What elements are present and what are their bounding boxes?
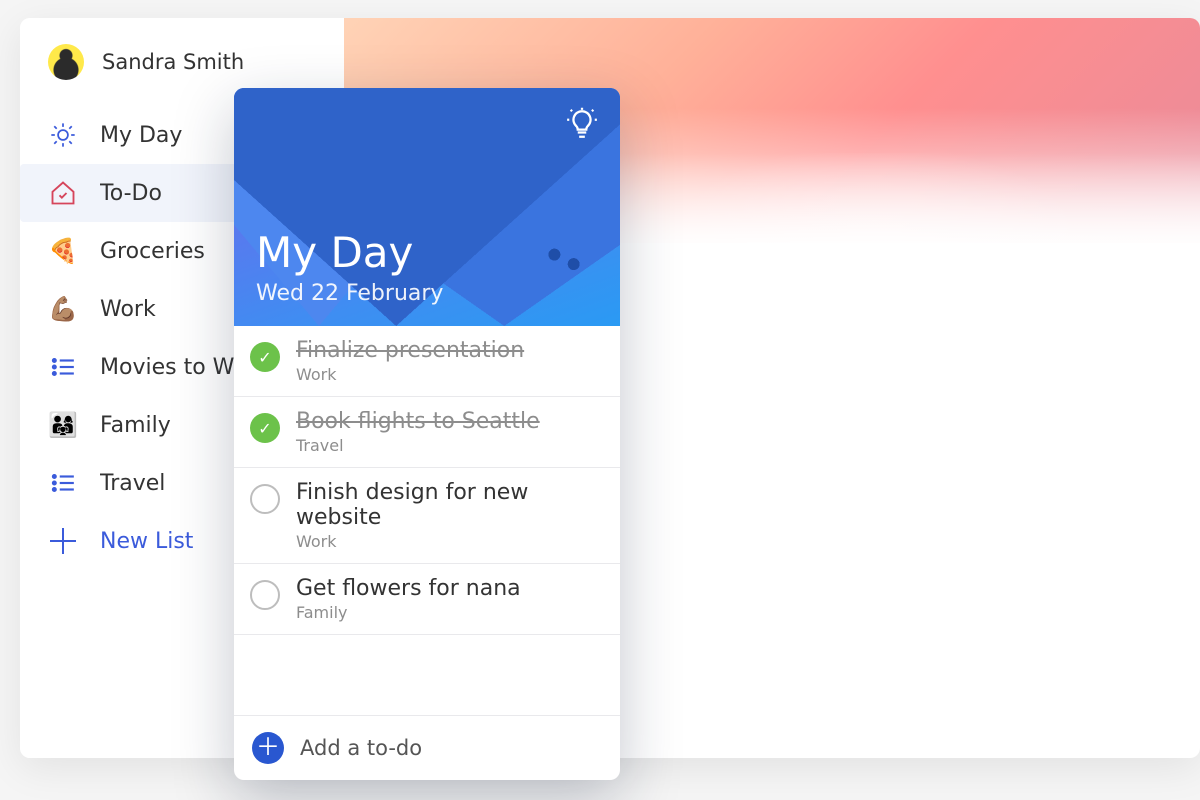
family-icon: 👨‍👩‍👧 (48, 410, 78, 440)
task-checkbox[interactable]: ✓ (250, 413, 280, 443)
task-checkbox[interactable] (250, 484, 280, 514)
suggestions-button[interactable] (564, 106, 600, 142)
task-checkbox[interactable] (250, 580, 280, 610)
myday-task-row[interactable]: ✓ Book flights to Seattle Travel (234, 397, 620, 468)
user-name: Sandra Smith (102, 50, 244, 74)
myday-task-row[interactable]: ✓ Finalize presentation Work (234, 326, 620, 397)
task-title: Get flowers for nana (296, 576, 521, 601)
myday-card: My Day Wed 22 February ✓ Finalize presen… (234, 88, 620, 780)
task-checkbox[interactable]: ✓ (250, 342, 280, 372)
myday-task-row[interactable]: Finish design for new website Work (234, 468, 620, 564)
myday-task-list: ✓ Finalize presentation Work ✓ Book flig… (234, 326, 620, 715)
myday-title: My Day (256, 231, 598, 275)
bullets-icon (48, 352, 78, 382)
muscle-icon: 💪🏽 (48, 294, 78, 324)
add-todo-label: Add a to-do (300, 736, 422, 760)
task-title: Book flights to Seattle (296, 409, 540, 434)
task-title: Finish design for new website (296, 480, 600, 530)
task-list-label: Travel (296, 436, 540, 455)
plus-circle-icon: ＋ (252, 732, 284, 764)
task-title: Finalize presentation (296, 338, 524, 363)
add-todo-button[interactable]: ＋ Add a to-do (234, 715, 620, 780)
myday-hero: My Day Wed 22 February (234, 88, 620, 326)
pizza-icon: 🍕 (48, 236, 78, 266)
task-list-label: Work (296, 365, 524, 384)
task-list-label: Family (296, 603, 521, 622)
plus-icon (48, 526, 78, 556)
avatar (48, 44, 84, 80)
bullets-icon (48, 468, 78, 498)
task-list-label: Work (296, 532, 600, 551)
sun-icon (48, 120, 78, 150)
home-icon (48, 178, 78, 208)
myday-date: Wed 22 February (256, 281, 598, 306)
myday-task-row[interactable]: Get flowers for nana Family (234, 564, 620, 635)
